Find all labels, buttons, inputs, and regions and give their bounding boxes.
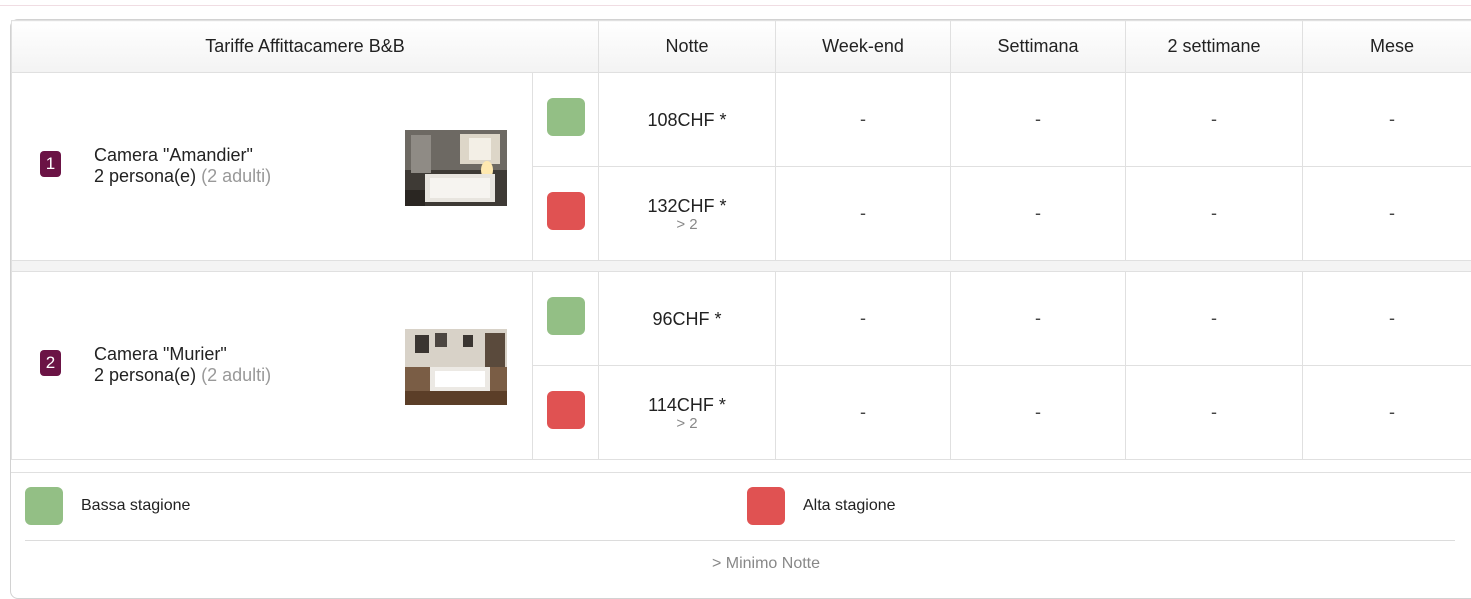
min-nights: > 2 xyxy=(599,217,775,233)
room-photo[interactable] xyxy=(405,329,507,405)
top-divider xyxy=(0,5,1471,6)
night-price-cell: 132CHF * > 2 xyxy=(599,167,776,261)
table-row: 1 Camera "Amandier" 2 persona(e) (2 adul… xyxy=(12,73,1471,167)
two-weeks-price: - xyxy=(1126,167,1303,261)
min-nights: > 2 xyxy=(599,416,775,432)
header-month: Mese xyxy=(1303,21,1471,73)
header-week: Settimana xyxy=(951,21,1126,73)
room-number-badge: 2 xyxy=(40,350,61,376)
season-cell xyxy=(533,73,599,167)
two-weeks-price: - xyxy=(1126,73,1303,167)
header-night: Notte xyxy=(599,21,776,73)
high-season-swatch xyxy=(547,391,585,429)
month-price: - xyxy=(1303,167,1471,261)
weekend-price: - xyxy=(776,272,951,366)
season-cell xyxy=(533,366,599,460)
weekend-price: - xyxy=(776,366,951,460)
month-price: - xyxy=(1303,73,1471,167)
two-weeks-price: - xyxy=(1126,272,1303,366)
min-nights-note: > Minimo Notte xyxy=(11,555,1471,573)
night-price-cell: 114CHF * > 2 xyxy=(599,366,776,460)
night-price: 132CHF * xyxy=(599,195,775,217)
room-name[interactable]: Camera "Murier" xyxy=(94,344,271,365)
room-adults: (2 adulti) xyxy=(201,365,271,385)
weekend-price: - xyxy=(776,167,951,261)
night-price: 114CHF * xyxy=(599,394,775,416)
low-season-swatch xyxy=(25,487,63,525)
room-name[interactable]: Camera "Amandier" xyxy=(94,145,271,166)
room-info: Camera "Amandier" 2 persona(e) (2 adulti… xyxy=(94,145,271,187)
header-row: Tariffe Affittacamere B&B Notte Week-end… xyxy=(12,21,1471,73)
week-price: - xyxy=(951,272,1126,366)
room-capacity: 2 persona(e) xyxy=(94,365,196,385)
night-price-cell: 96CHF * xyxy=(599,272,776,366)
week-price: - xyxy=(951,167,1126,261)
rates-table: Tariffe Affittacamere B&B Notte Week-end… xyxy=(11,20,1471,460)
high-season-swatch xyxy=(747,487,785,525)
night-price: 108CHF * xyxy=(599,109,775,131)
legend-low-label: Bassa stagione xyxy=(81,497,190,515)
two-weeks-price: - xyxy=(1126,366,1303,460)
season-cell xyxy=(533,272,599,366)
night-price-cell: 108CHF * xyxy=(599,73,776,167)
table-row: 2 Camera "Murier" 2 persona(e) (2 adulti… xyxy=(12,272,1471,366)
header-title: Tariffe Affittacamere B&B xyxy=(12,21,599,73)
legend-divider xyxy=(25,540,1455,541)
week-price: - xyxy=(951,366,1126,460)
room-capacity: 2 persona(e) xyxy=(94,166,196,186)
month-price: - xyxy=(1303,366,1471,460)
month-price: - xyxy=(1303,272,1471,366)
season-cell xyxy=(533,167,599,261)
room-info: Camera "Murier" 2 persona(e) (2 adulti) xyxy=(94,344,271,386)
low-season-swatch xyxy=(547,98,585,136)
header-two-weeks: 2 settimane xyxy=(1126,21,1303,73)
room-number-badge: 1 xyxy=(40,151,61,177)
legend-high-season: Alta stagione xyxy=(747,487,896,525)
room-adults: (2 adulti) xyxy=(201,166,271,186)
room-photo[interactable] xyxy=(405,130,507,206)
legend-high-label: Alta stagione xyxy=(803,497,896,515)
legend-low-season: Bassa stagione xyxy=(25,487,190,525)
week-price: - xyxy=(951,73,1126,167)
row-separator xyxy=(12,261,1471,272)
night-price: 96CHF * xyxy=(599,308,775,330)
room-cell: 1 Camera "Amandier" 2 persona(e) (2 adul… xyxy=(12,73,533,261)
high-season-swatch xyxy=(547,192,585,230)
weekend-price: - xyxy=(776,73,951,167)
room-cell: 2 Camera "Murier" 2 persona(e) (2 adulti… xyxy=(12,272,533,460)
low-season-swatch xyxy=(547,297,585,335)
header-weekend: Week-end xyxy=(776,21,951,73)
season-legend: Bassa stagione Alta stagione > Minimo No… xyxy=(11,472,1471,583)
